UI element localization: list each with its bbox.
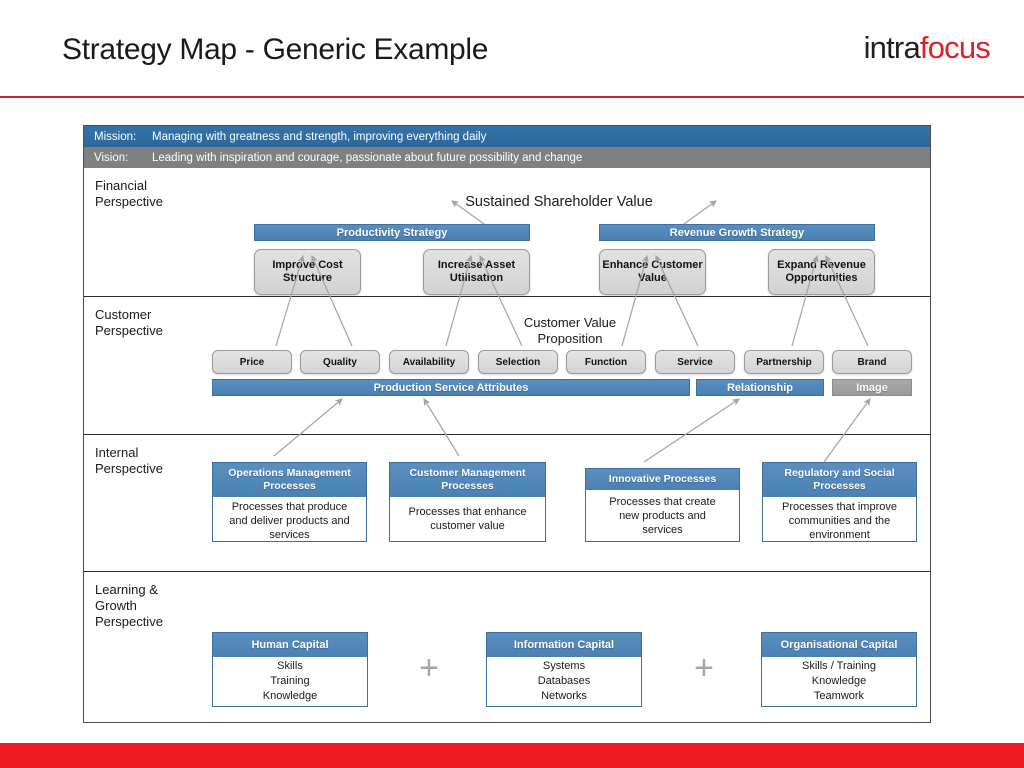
process-title: Innovative Processes bbox=[586, 469, 739, 490]
capital-title: Organisational Capital bbox=[762, 633, 916, 657]
attribute-brand[interactable]: Brand bbox=[832, 350, 912, 374]
process-title: Customer Management Processes bbox=[390, 463, 545, 497]
capital-body: Systems Databases Networks bbox=[537, 660, 591, 702]
perspective-financial: Financial Perspective Sustained Sharehol… bbox=[84, 168, 930, 296]
process-body: Processes that produce and deliver produ… bbox=[229, 501, 350, 541]
page-title: Strategy Map - Generic Example bbox=[62, 33, 489, 66]
vision-text: Leading with inspiration and courage, pa… bbox=[152, 151, 583, 164]
process-title: Regulatory and Social Processes bbox=[763, 463, 916, 497]
header-divider bbox=[0, 96, 1024, 98]
objective-enhance-customer-value[interactable]: Enhance Customer Value bbox=[599, 249, 706, 295]
brand-logo: intrafocus bbox=[863, 30, 991, 66]
process-regulatory-social[interactable]: Regulatory and Social Processes Processe… bbox=[762, 462, 917, 542]
attribute-service[interactable]: Service bbox=[655, 350, 735, 374]
group-bar-production-service-attributes: Production Service Attributes bbox=[212, 379, 690, 396]
capital-information[interactable]: Information Capital Systems Databases Ne… bbox=[486, 632, 642, 707]
capital-title: Human Capital bbox=[213, 633, 367, 657]
perspective-customer: Customer Perspective Customer Value Prop… bbox=[84, 296, 930, 434]
strategy-bar-revenue-growth: Revenue Growth Strategy bbox=[599, 224, 875, 241]
perspective-learning-growth: Learning & Growth Perspective Human Capi… bbox=[84, 571, 930, 723]
attribute-function[interactable]: Function bbox=[566, 350, 646, 374]
process-body: Processes that enhance customer value bbox=[408, 506, 527, 532]
objective-improve-cost-structure[interactable]: Improve Cost Structure bbox=[254, 249, 361, 295]
mission-text: Managing with greatness and strength, im… bbox=[152, 130, 487, 143]
sustained-shareholder-value-label: Sustained Shareholder Value bbox=[465, 194, 653, 210]
attribute-price[interactable]: Price bbox=[212, 350, 292, 374]
process-body: Processes that improve communities and t… bbox=[782, 501, 897, 541]
attribute-availability[interactable]: Availability bbox=[389, 350, 469, 374]
capital-title: Information Capital bbox=[487, 633, 641, 657]
mission-banner: Mission: Managing with greatness and str… bbox=[84, 126, 930, 147]
perspective-internal: Internal Perspective Operations Manageme… bbox=[84, 434, 930, 571]
capital-human[interactable]: Human Capital Skills Training Knowledge bbox=[212, 632, 368, 707]
group-bar-image: Image bbox=[832, 379, 912, 396]
group-bar-relationship: Relationship bbox=[696, 379, 824, 396]
attribute-partnership[interactable]: Partnership bbox=[744, 350, 824, 374]
process-title: Operations Management Processes bbox=[213, 463, 366, 497]
strategy-map: Mission: Managing with greatness and str… bbox=[83, 125, 931, 723]
process-customer-management[interactable]: Customer Management Processes Processes … bbox=[389, 462, 546, 542]
perspective-label-internal: Internal Perspective bbox=[95, 445, 163, 476]
attribute-quality[interactable]: Quality bbox=[300, 350, 380, 374]
capital-organisational[interactable]: Organisational Capital Skills / Training… bbox=[761, 632, 917, 707]
objective-expand-revenue-opportunities[interactable]: Expand Revenue Opportunities bbox=[768, 249, 875, 295]
vision-label: Vision: bbox=[94, 151, 129, 164]
objective-increase-asset-utilisation[interactable]: Increase Asset Utilisation bbox=[423, 249, 530, 295]
perspective-label-learning-growth: Learning & Growth Perspective bbox=[95, 582, 163, 629]
mission-label: Mission: bbox=[94, 130, 137, 143]
plus-separator-1: + bbox=[419, 649, 439, 687]
attribute-selection[interactable]: Selection bbox=[478, 350, 558, 374]
process-body: Processes that create new products and s… bbox=[609, 495, 716, 536]
capital-body: Skills / Training Knowledge Teamwork bbox=[802, 660, 876, 702]
process-innovative[interactable]: Innovative Processes Processes that crea… bbox=[585, 468, 740, 542]
process-operations-management[interactable]: Operations Management Processes Processe… bbox=[212, 462, 367, 542]
plus-separator-2: + bbox=[694, 649, 714, 687]
customer-value-proposition-label: Customer Value Proposition bbox=[523, 315, 617, 346]
perspective-label-financial: Financial Perspective bbox=[95, 178, 163, 209]
strategy-bar-productivity: Productivity Strategy bbox=[254, 224, 530, 241]
capital-body: Skills Training Knowledge bbox=[262, 660, 318, 702]
footer-accent-bar bbox=[0, 743, 1024, 768]
vision-banner: Vision: Leading with inspiration and cou… bbox=[84, 147, 930, 168]
perspective-label-customer: Customer Perspective bbox=[95, 307, 163, 338]
brand-logo-intra: intra bbox=[863, 30, 921, 65]
brand-logo-focus: focus bbox=[919, 30, 991, 65]
